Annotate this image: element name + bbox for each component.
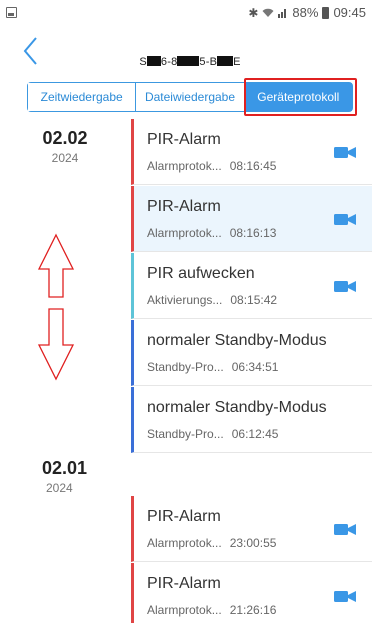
redaction-block: [217, 56, 234, 66]
device-title: S 6-8 5-B E: [139, 56, 241, 68]
bluetooth-icon: ✱: [248, 5, 259, 20]
log-entry[interactable]: PIR-Alarm Alarmprotok... 08:16:13: [131, 186, 372, 252]
entry-title: PIR-Alarm: [147, 198, 221, 215]
tab-zeitwiedergabe[interactable]: Zeitwiedergabe: [28, 83, 137, 111]
video-camera-icon[interactable]: [334, 146, 356, 159]
date-year: 2024: [51, 151, 79, 165]
entry-subtitle: Alarmprotok... 08:16:45: [147, 159, 277, 173]
video-camera-icon[interactable]: [334, 523, 356, 536]
entry-time: 08:15:42: [230, 293, 278, 307]
redaction-block: [177, 56, 200, 66]
log-entry[interactable]: PIR-Alarm Alarmprotok... 21:26:16: [131, 563, 372, 623]
entry-subtitle: Alarmprotok... 21:26:16: [147, 603, 277, 617]
entry-subtitle: Aktivierungs... 08:15:42: [147, 293, 278, 307]
status-icons: ✱ 88% 09:45: [248, 5, 366, 20]
date-header: 02.02 2024: [0, 128, 130, 165]
log-entry[interactable]: PIR-Alarm Alarmprotok... 23:00:55: [131, 496, 372, 562]
video-camera-icon[interactable]: [334, 280, 356, 293]
header: S 6-8 5-B E: [0, 26, 372, 70]
redaction-block: [146, 56, 161, 66]
entry-subtitle: Alarmprotok... 23:00:55: [147, 536, 277, 550]
entry-time: 23:00:55: [229, 536, 277, 550]
entry-subtitle: Alarmprotok... 08:16:13: [147, 226, 277, 240]
entry-time: 08:16:13: [229, 226, 277, 240]
battery-icon: [322, 6, 330, 19]
entry-title: PIR-Alarm: [147, 575, 221, 592]
signal-icon: [278, 7, 288, 18]
wifi-icon: [262, 8, 274, 18]
entry-subtitle: Standby-Pro... 06:34:51: [147, 360, 279, 374]
date-header: 02.01 2024: [0, 458, 130, 495]
log-entry[interactable]: PIR-Alarm Alarmprotok... 08:16:45: [131, 119, 372, 185]
log-entry[interactable]: normaler Standby-Modus Standby-Pro... 06:…: [131, 320, 372, 386]
entry-title: normaler Standby-Modus: [147, 399, 327, 416]
tab-geraeteprotokoll[interactable]: Geräteprotokoll: [244, 83, 352, 111]
date-year: 2024: [46, 481, 73, 495]
entry-subtitle: Standby-Pro... 06:12:45: [147, 427, 279, 441]
log-entry[interactable]: PIR aufwecken Aktivierungs... 08:15:42: [131, 253, 372, 319]
video-camera-icon[interactable]: [334, 590, 356, 603]
chevron-left-icon: [23, 37, 37, 65]
entry-time: 08:16:45: [229, 159, 277, 173]
entry-time: 06:12:45: [231, 427, 279, 441]
entry-title: PIR aufwecken: [147, 265, 255, 282]
battery-percent: 88%: [292, 5, 319, 20]
up-down-arrows-icon: [37, 233, 75, 381]
tab-bar: Zeitwiedergabe Dateiwiedergabe Gerätepro…: [27, 82, 353, 112]
date-day: 02.01: [42, 458, 88, 478]
entry-time: 06:34:51: [231, 360, 279, 374]
entry-title: PIR-Alarm: [147, 508, 221, 525]
date-day: 02.02: [42, 128, 88, 148]
video-camera-icon[interactable]: [334, 213, 356, 226]
status-bar: ✱ 88% 09:45: [0, 0, 372, 26]
tab-dateiwiedergabe[interactable]: Dateiwiedergabe: [136, 83, 245, 111]
entry-title: PIR-Alarm: [147, 131, 221, 148]
clock: 09:45: [333, 5, 366, 20]
log-entry[interactable]: normaler Standby-Modus Standby-Pro... 06:…: [131, 387, 372, 453]
back-button[interactable]: [22, 36, 40, 66]
gallery-notification-icon: [6, 7, 17, 18]
entry-time: 21:26:16: [229, 603, 277, 617]
entry-title: normaler Standby-Modus: [147, 332, 327, 349]
